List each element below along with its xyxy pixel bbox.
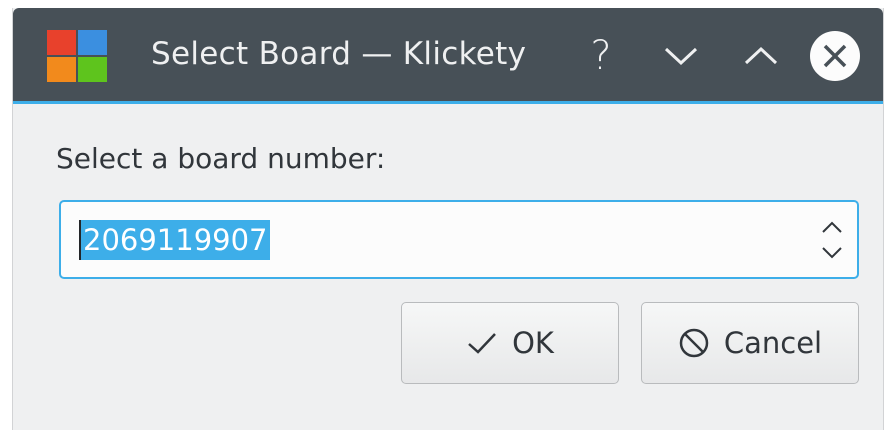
- cancel-icon: [679, 328, 709, 358]
- board-number-value[interactable]: 2069119907: [79, 220, 270, 260]
- title-bar[interactable]: Select Board — Klickety ?: [13, 8, 883, 104]
- chevron-up-icon: [744, 46, 778, 65]
- dialog-window: Select Board — Klickety ? Select a board…: [12, 8, 884, 430]
- ok-button[interactable]: OK: [401, 302, 619, 384]
- window-title: Select Board — Klickety: [151, 36, 527, 72]
- checkmark-icon: [468, 333, 496, 354]
- board-number-spinbox[interactable]: 2069119907: [59, 200, 859, 279]
- spin-arrows-icon[interactable]: [817, 216, 847, 264]
- cancel-button[interactable]: Cancel: [641, 302, 859, 384]
- help-icon: ?: [590, 33, 612, 79]
- board-number-label: Select a board number:: [56, 142, 386, 175]
- minimize-button[interactable]: [655, 30, 707, 82]
- ok-button-label: OK: [512, 326, 554, 360]
- close-icon: [810, 31, 860, 81]
- maximize-button[interactable]: [735, 30, 787, 82]
- help-button[interactable]: ?: [575, 30, 627, 82]
- cancel-button-label: Cancel: [723, 326, 823, 360]
- chevron-down-icon: [664, 47, 698, 66]
- klickety-app-icon: [47, 30, 107, 82]
- close-button[interactable]: [809, 30, 861, 82]
